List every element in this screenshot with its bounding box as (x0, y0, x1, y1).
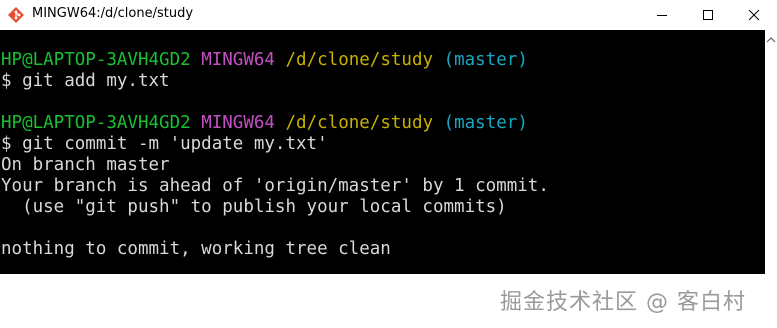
close-button[interactable] (731, 0, 777, 30)
terminal-window: MINGW64:/d/clone/study HP@LAPTOP-3AVH4GD… (0, 0, 777, 274)
prompt-path: /d/clone/study (285, 50, 434, 70)
vertical-scrollbar[interactable] (765, 30, 777, 274)
command-line: $ git commit -m 'update my.txt' (1, 134, 328, 154)
prompt-shell: MINGW64 (201, 50, 275, 70)
command-line: $ git add my.txt (1, 71, 170, 91)
prompt-user: HP@LAPTOP-3AVH4GD2 (1, 50, 191, 70)
window-title: MINGW64:/d/clone/study (32, 6, 194, 21)
minimize-icon (656, 6, 668, 25)
prompt-path: /d/clone/study (285, 113, 434, 133)
prompt-shell: MINGW64 (201, 113, 275, 133)
output-line: Your branch is ahead of 'origin/master' … (1, 176, 549, 196)
prompt-branch: (master) (443, 113, 528, 133)
maximize-icon (702, 6, 714, 25)
title-bar[interactable]: MINGW64:/d/clone/study (0, 0, 777, 30)
maximize-button[interactable] (685, 0, 731, 30)
prompt-user: HP@LAPTOP-3AVH4GD2 (1, 113, 191, 133)
git-bash-icon (8, 7, 24, 23)
output-line: nothing to commit, working tree clean (1, 239, 391, 259)
close-icon (748, 6, 760, 25)
prompt-branch: (master) (443, 50, 528, 70)
minimize-button[interactable] (639, 0, 685, 30)
prompt-line: HP@LAPTOP-3AVH4GD2 MINGW64 /d/clone/stud… (1, 50, 528, 71)
scroll-up-button[interactable] (765, 32, 777, 44)
watermark-text: 掘金技术社区 @ 客白村 (500, 290, 746, 315)
chevron-up-icon (766, 29, 776, 48)
terminal-output[interactable]: HP@LAPTOP-3AVH4GD2 MINGW64 /d/clone/stud… (0, 30, 765, 274)
prompt-line: HP@LAPTOP-3AVH4GD2 MINGW64 /d/clone/stud… (1, 113, 528, 134)
output-line: (use "git push" to publish your local co… (1, 197, 507, 217)
output-line: On branch master (1, 155, 170, 175)
